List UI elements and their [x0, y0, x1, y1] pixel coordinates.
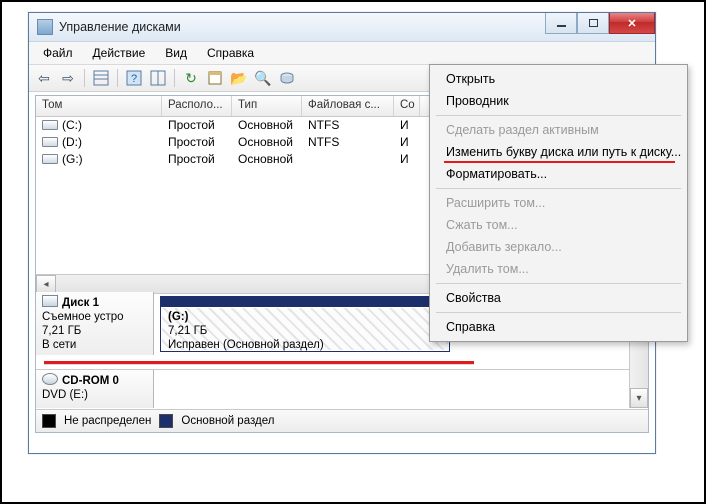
layout-icon[interactable] [147, 67, 169, 89]
volume-fs: NTFS [302, 134, 394, 151]
legend-primary: Основной раздел [181, 415, 274, 427]
legend-swatch-unalloc [42, 414, 56, 428]
ctx-open[interactable]: Открыть [432, 68, 685, 90]
ctx-extend: Расширить том... [432, 192, 685, 214]
disk-kind: Съемное устро [42, 311, 124, 323]
scroll-down-icon[interactable]: ▾ [630, 388, 648, 408]
ctx-properties[interactable]: Свойства [432, 287, 685, 309]
ctx-delete: Удалить том... [432, 258, 685, 280]
app-icon [37, 19, 53, 35]
disk-summary[interactable]: Диск 1 Съемное устро 7,21 ГБ В сети [36, 292, 154, 355]
help-icon[interactable]: ? [123, 67, 145, 89]
ctx-make-active: Сделать раздел активным [432, 119, 685, 141]
volume-status: И [394, 151, 420, 168]
window-title: Управление дисками [59, 20, 181, 34]
legend-unalloc: Не распределен [64, 415, 151, 427]
volume-name: (G:) [62, 152, 83, 166]
volume-status: И [394, 117, 420, 134]
disk-title: Диск 1 [62, 297, 99, 309]
disk-size: 7,21 ГБ [42, 325, 81, 337]
menu-help[interactable]: Справка [197, 44, 264, 62]
scroll-left-icon[interactable]: ◂ [36, 275, 56, 293]
cdrom-icon [42, 373, 58, 385]
partition-label: (G:) [168, 311, 188, 323]
legend: Не распределен Основной раздел [36, 409, 648, 432]
volume-name: (D:) [62, 135, 82, 149]
volume-type: Основной [232, 134, 302, 151]
annotation-underline [44, 361, 474, 364]
close-button[interactable] [609, 13, 655, 34]
open-folder-icon[interactable]: 📂 [228, 67, 250, 89]
volume-fs [302, 151, 394, 168]
cdrom-title: CD-ROM 0 [62, 375, 119, 387]
properties-icon[interactable] [204, 67, 226, 89]
cdrom-line: DVD (E:) [42, 389, 88, 401]
context-menu: Открыть Проводник Сделать раздел активны… [429, 64, 688, 342]
disk-settings-icon[interactable] [276, 67, 298, 89]
menu-view[interactable]: Вид [155, 44, 197, 62]
ctx-shrink: Сжать том... [432, 214, 685, 236]
maximize-button[interactable] [577, 13, 609, 34]
volume-icon [42, 120, 58, 130]
col-fs[interactable]: Файловая с... [302, 96, 394, 116]
titlebar: Управление дисками [29, 13, 655, 42]
volume-fs: NTFS [302, 117, 394, 134]
partition-status: Исправен (Основной раздел) [168, 339, 324, 351]
partition[interactable]: (G:) 7,21 ГБ Исправен (Основной раздел) [160, 296, 450, 352]
partition-size: 7,21 ГБ [168, 325, 207, 337]
menubar: Файл Действие Вид Справка [29, 42, 655, 65]
svg-text:?: ? [131, 73, 137, 85]
forward-icon[interactable]: ⇨ [57, 67, 79, 89]
ctx-mirror: Добавить зеркало... [432, 236, 685, 258]
ctx-help[interactable]: Справка [432, 316, 685, 338]
view-list-icon[interactable] [90, 67, 112, 89]
volume-status: И [394, 134, 420, 151]
refresh-icon[interactable]: ↻ [180, 67, 202, 89]
volume-layout: Простой [162, 134, 232, 151]
disk-icon [42, 295, 58, 307]
volume-icon [42, 137, 58, 147]
minimize-button[interactable] [545, 13, 577, 34]
search-icon[interactable]: 🔍 [252, 67, 274, 89]
col-type[interactable]: Тип [232, 96, 302, 116]
ctx-explorer[interactable]: Проводник [432, 90, 685, 112]
disk-row: CD-ROM 0 DVD (E:) [36, 369, 648, 408]
volume-layout: Простой [162, 117, 232, 134]
volume-layout: Простой [162, 151, 232, 168]
volume-name: (C:) [62, 118, 82, 132]
back-icon[interactable]: ⇦ [33, 67, 55, 89]
menu-file[interactable]: Файл [33, 44, 83, 62]
col-status[interactable]: Со [394, 96, 420, 116]
volume-type: Основной [232, 117, 302, 134]
col-layout[interactable]: Располо... [162, 96, 232, 116]
menu-action[interactable]: Действие [83, 44, 156, 62]
volume-type: Основной [232, 151, 302, 168]
legend-swatch-primary [159, 414, 173, 428]
volume-icon [42, 154, 58, 164]
ctx-change-letter[interactable]: Изменить букву диска или путь к диску... [432, 141, 685, 163]
col-volume[interactable]: Том [36, 96, 162, 116]
disk-summary[interactable]: CD-ROM 0 DVD (E:) [36, 370, 154, 408]
ctx-format[interactable]: Форматировать... [432, 163, 685, 185]
disk-state: В сети [42, 339, 76, 351]
